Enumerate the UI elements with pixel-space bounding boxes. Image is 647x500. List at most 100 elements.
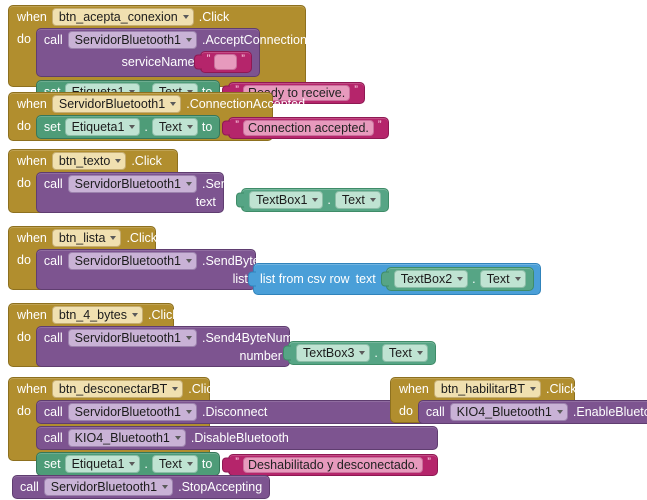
- event-header: when btn_desconectarBT .Click: [9, 378, 219, 400]
- property-dropdown-text[interactable]: Text: [151, 455, 198, 473]
- list-from-csv-row-block[interactable]: list from csv row text TextBox2 . Text: [248, 263, 541, 295]
- property-dropdown-text[interactable]: Text: [334, 191, 381, 209]
- plug-nub: [248, 271, 256, 287]
- getter-block-textbox1-text-wrap: TextBox1 . Text: [236, 188, 389, 212]
- component-dropdown-btn-lista[interactable]: btn_lista: [51, 229, 122, 247]
- plug-nub: [222, 120, 231, 136]
- text-literal-block-deshabilitado[interactable]: ” Deshabilitado y desconectado. ”: [222, 454, 438, 476]
- blocks-canvas[interactable]: when btn_acepta_conexion .Click do call …: [0, 0, 647, 500]
- event-block-btn-lista[interactable]: when btn_lista .Click do call ServidorBl…: [8, 226, 266, 290]
- chevron-down-icon: [170, 102, 177, 106]
- when-keyword: when: [17, 10, 47, 24]
- setter-block-etiqueta1-text[interactable]: set Etiqueta1 . Text to: [35, 115, 221, 139]
- dot-separator: .: [144, 457, 148, 471]
- component-dropdown-servidorbluetooth1[interactable]: ServidorBluetooth1: [67, 252, 197, 270]
- plug-nub: [283, 345, 291, 361]
- call-keyword: call: [43, 254, 63, 268]
- dot-separator: .: [472, 272, 476, 286]
- component-dropdown-textbox1[interactable]: TextBox1: [249, 191, 324, 209]
- property-dropdown-text[interactable]: Text: [381, 344, 428, 362]
- list-block-wrap: list from csv row text TextBox2 . Text: [248, 263, 541, 295]
- setter-block-etiqueta1-text[interactable]: set Etiqueta1 . Text to: [35, 452, 221, 476]
- component-dropdown-btn-desconectarbt[interactable]: btn_desconectarBT: [51, 380, 184, 398]
- call-block-disablebluetooth[interactable]: call KIO4_Bluetooth1 .DisableBluetooth: [35, 426, 438, 450]
- event-block-btn-habilitar[interactable]: when btn_habilitarBT .Click do call KIO4…: [390, 377, 647, 424]
- component-dropdown-etiqueta1[interactable]: Etiqueta1: [64, 455, 141, 473]
- event-body: do call ServidorBluetooth1 .Send4ByteNum…: [9, 326, 311, 367]
- getter-block-textbox3-text[interactable]: TextBox3 . Text: [283, 341, 436, 365]
- component-dropdown-servidorbluetooth1[interactable]: ServidorBluetooth1: [67, 329, 197, 347]
- statement-slot: call ServidorBluetooth1 .SendBytes list: [35, 249, 266, 290]
- component-dropdown-btn-acepta-conexion[interactable]: btn_acepta_conexion: [51, 8, 194, 26]
- chevron-down-icon: [416, 351, 423, 355]
- event-body: do call ServidorBluetooth1 .Disconnect c…: [9, 400, 438, 476]
- call-block-acceptconnection[interactable]: call ServidorBluetooth1 .AcceptConnectio…: [35, 28, 307, 77]
- chevron-down-icon: [186, 38, 192, 42]
- text-literal-value-empty[interactable]: [214, 54, 238, 70]
- call-header: call ServidorBluetooth1 .SendText: [37, 173, 258, 195]
- call-block-send4bytenumber[interactable]: call ServidorBluetooth1 .Send4ByteNumber…: [35, 326, 311, 367]
- chevron-down-icon: [186, 410, 192, 414]
- chevron-down-icon: [529, 387, 536, 391]
- component-dropdown-btn-4-bytes[interactable]: btn_4_bytes: [51, 306, 143, 324]
- event-block-btn-acepta-conexion[interactable]: when btn_acepta_conexion .Click do call …: [8, 5, 365, 104]
- plug-nub: [380, 271, 389, 287]
- do-keyword: do: [17, 32, 31, 46]
- chevron-down-icon: [514, 277, 521, 281]
- event-header: when btn_habilitarBT .Click: [391, 378, 577, 400]
- chevron-down-icon: [186, 259, 192, 263]
- event-name-label: .Click: [545, 382, 577, 396]
- chevron-down-icon: [186, 462, 193, 466]
- dot-separator: .: [374, 346, 378, 360]
- component-dropdown-etiqueta1[interactable]: Etiqueta1: [64, 118, 141, 136]
- component-dropdown-servidorbluetooth1[interactable]: ServidorBluetooth1: [67, 403, 197, 421]
- do-keyword: do: [17, 330, 31, 344]
- component-dropdown-servidorbluetooth1[interactable]: ServidorBluetooth1: [51, 95, 182, 113]
- component-dropdown-kio4-bluetooth1[interactable]: KIO4_Bluetooth1: [67, 429, 186, 447]
- event-name-label: .Click: [148, 308, 179, 322]
- text-literal-block-empty[interactable]: ” ”: [193, 51, 252, 73]
- component-dropdown-btn-habilitarbt[interactable]: btn_habilitarBT: [433, 380, 541, 398]
- call-header: call ServidorBluetooth1 .SendBytes: [37, 250, 266, 272]
- component-dropdown-kio4-bluetooth1[interactable]: KIO4_Bluetooth1: [449, 403, 568, 421]
- do-keyword: do: [17, 404, 31, 418]
- chevron-down-icon: [556, 410, 563, 414]
- component-dropdown-servidorbluetooth1[interactable]: ServidorBluetooth1: [67, 31, 197, 49]
- event-block-connection-accepted[interactable]: when ServidorBluetooth1 .ConnectionAccep…: [8, 92, 389, 141]
- property-dropdown-text[interactable]: Text: [151, 118, 198, 136]
- text-literal-value-connection-accepted[interactable]: Connection accepted.: [242, 120, 374, 136]
- event-block-btn-desconectar[interactable]: when btn_desconectarBT .Click do call Se…: [8, 377, 438, 476]
- component-dropdown-servidorbluetooth1[interactable]: ServidorBluetooth1: [67, 175, 197, 193]
- component-dropdown-servidorbluetooth1[interactable]: ServidorBluetooth1: [43, 478, 174, 496]
- getter-block-textbox2-text[interactable]: TextBox2 . Text: [380, 267, 534, 291]
- chevron-down-icon: [115, 159, 122, 163]
- call-block-disconnect[interactable]: call ServidorBluetooth1 .Disconnect: [35, 400, 438, 424]
- when-keyword: when: [399, 382, 429, 396]
- call-header: call KIO4_Bluetooth1 .EnableBluetooth: [419, 401, 647, 423]
- call-block-sendtext[interactable]: call ServidorBluetooth1 .SendText text: [35, 172, 258, 213]
- call-keyword: call: [425, 405, 445, 419]
- component-dropdown-btn-texto[interactable]: btn_texto: [51, 152, 127, 170]
- call-block-stopaccepting[interactable]: call ServidorBluetooth1 .StopAccepting: [12, 475, 271, 499]
- setter-row: set Etiqueta1 . Text to: [37, 453, 219, 475]
- plug-nub: [236, 192, 244, 208]
- call-keyword: call: [43, 405, 63, 419]
- property-dropdown-text[interactable]: Text: [479, 270, 526, 288]
- text-literal-block-connection-accepted[interactable]: ” Connection accepted. ”: [222, 117, 389, 139]
- component-dropdown-textbox2[interactable]: TextBox2: [393, 270, 469, 288]
- do-keyword: do: [17, 253, 31, 267]
- open-quote: ”: [235, 118, 239, 131]
- event-block-btn-texto[interactable]: when btn_texto .Click do call ServidorBl…: [8, 149, 258, 213]
- component-dropdown-textbox3[interactable]: TextBox3: [296, 344, 371, 362]
- event-body: do call KIO4_Bluetooth1 .EnableBluetooth: [391, 400, 647, 424]
- to-keyword: to: [201, 457, 213, 471]
- call-block-sendbytes[interactable]: call ServidorBluetooth1 .SendBytes list: [35, 249, 266, 290]
- text-literal-value-deshabilitado[interactable]: Deshabilitado y desconectado.: [242, 457, 424, 473]
- call-keyword: call: [20, 480, 39, 494]
- event-block-btn-4-bytes[interactable]: when btn_4_bytes .Click do call Servidor…: [8, 303, 311, 367]
- chevron-down-icon: [312, 198, 319, 202]
- call-block-enablebluetooth[interactable]: call KIO4_Bluetooth1 .EnableBluetooth: [417, 400, 647, 424]
- getter-block-textbox1-text[interactable]: TextBox1 . Text: [236, 188, 389, 212]
- event-name-label: .Click: [188, 382, 219, 396]
- statement-slot: call ServidorBluetooth1 .Disconnect call…: [35, 400, 438, 476]
